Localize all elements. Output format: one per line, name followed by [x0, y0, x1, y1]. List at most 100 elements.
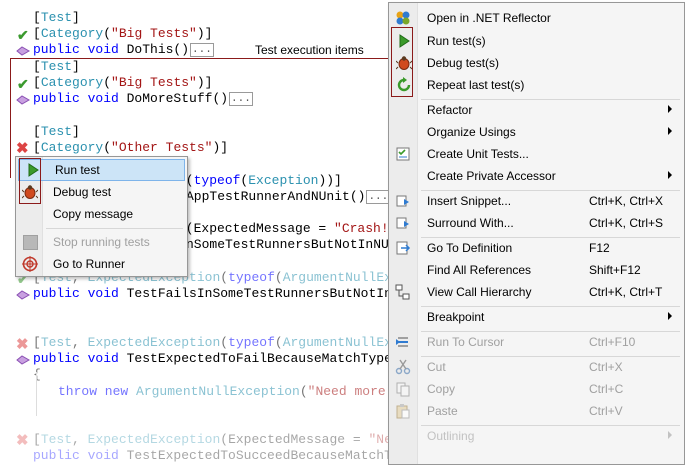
menu-item-stop-running-tests[interactable]: Stop running tests [16, 231, 187, 253]
code-token: public void [33, 42, 127, 57]
code-token: [ [33, 335, 41, 350]
code-token: [ [33, 124, 41, 139]
code-token: Test [40, 124, 73, 139]
callout-bracket [10, 58, 11, 178]
menu-item-shortcut: Ctrl+K, Ctrl+S [589, 216, 664, 230]
code-token: public void [33, 286, 127, 301]
code-line-text: public void TestExpectedToSucceedBecause… [33, 448, 431, 463]
test-failed-icon[interactable]: ✖ [16, 433, 29, 448]
code-token: "Other Tests" [111, 140, 213, 155]
code-token: (ExpectedMessage = [220, 432, 369, 447]
menu-item-shortcut: Ctrl+F10 [589, 335, 636, 349]
menu-item-label: Debug test(s) [427, 56, 500, 70]
code-line: n(typeof(Exception))] [178, 173, 342, 189]
menu-item-open-in-reflector[interactable]: Open in .NET Reflector [389, 7, 684, 29]
menu-item-run-test[interactable]: Run test [18, 159, 185, 181]
code-token: TestExpectedToFailBecauseMatchTypeIsExa [126, 351, 431, 366]
code-token: n(ExpectedMessage = [178, 221, 335, 236]
code-line: public void DoThis()... [33, 42, 214, 58]
test-failed-icon[interactable]: ✖ [16, 337, 29, 352]
submenu-arrow-icon [668, 431, 672, 439]
menu-item-debug-tests[interactable]: Debug test(s) [389, 52, 684, 74]
menu-item-debug-test[interactable]: Debug test [16, 181, 187, 203]
menu-item-label: View Call Hierarchy [427, 285, 532, 299]
code-token: AppTestRunnerAndNUnit() [186, 189, 366, 204]
menu-item-go-to-definition[interactable]: Go To Definition F12 [389, 237, 684, 259]
test-passed-icon[interactable]: ✔ [17, 77, 29, 91]
test-failed-icon[interactable]: ✖ [16, 141, 29, 156]
code-token: Test [40, 335, 73, 350]
code-token: typeof [228, 335, 275, 350]
code-line-text: public void TestExpectedToFailBecauseMat… [33, 351, 431, 366]
callout-line-top [10, 58, 391, 59]
code-line-text: [Category("Big Tests")] [33, 75, 212, 90]
menu-item-copy-message[interactable]: Copy message [16, 203, 187, 225]
code-line: public void DoMoreStuff()... [33, 91, 253, 107]
menu-item-shortcut: Ctrl+V [589, 404, 623, 418]
menu-item-outlining[interactable]: Outlining [389, 425, 684, 447]
code-token: DoThis() [126, 42, 190, 57]
menu-item-paste[interactable]: Paste Ctrl+V [389, 400, 684, 422]
menu-item-label: Go To Definition [427, 241, 513, 255]
menu-item-label: Create Private Accessor [427, 169, 556, 183]
code-token: Exception [248, 173, 319, 188]
menu-item-label: Insert Snippet... [427, 194, 512, 208]
method-icon [16, 355, 30, 365]
code-token: )] [196, 75, 213, 90]
menu-item-go-to-runner[interactable]: Go to Runner [16, 253, 187, 275]
code-token: ( [274, 270, 283, 285]
definition-icon [396, 241, 411, 255]
menu-item-label: Cut [427, 360, 446, 374]
collapsed-region[interactable]: ... [229, 92, 253, 106]
code-line-text: nSomeTestRunnersButNotInNUnit [186, 237, 412, 252]
code-line: public void TestExpectedToSucceedBecause… [33, 448, 431, 464]
menu-item-shortcut: Shift+F12 [589, 263, 641, 277]
menu-item-run-tests[interactable]: Run test(s) [389, 30, 684, 52]
test-passed-icon[interactable]: ✔ [17, 28, 29, 42]
code-token: ExpectedException [87, 432, 221, 447]
code-token: , [72, 335, 88, 350]
collapsed-region[interactable]: ... [190, 43, 214, 57]
code-line-text: n(typeof(Exception))] [178, 173, 342, 188]
code-line-text: public void DoMoreStuff() [33, 91, 228, 106]
menu-item-label: Create Unit Tests... [427, 147, 529, 161]
surround-icon [396, 217, 409, 229]
code-line: [Test, ExpectedException(ExpectedMessage… [33, 432, 431, 448]
scissors-icon [395, 359, 411, 375]
code-line: [Test] [33, 59, 80, 75]
menu-item-view-call-hierarchy[interactable]: View Call Hierarchy Ctrl+K, Ctrl+T [389, 281, 684, 303]
code-token: Category [40, 75, 104, 90]
code-token: public void [33, 351, 127, 366]
menu-item-label: Breakpoint [427, 310, 485, 324]
run-cursor-icon [396, 337, 408, 347]
method-icon [16, 95, 30, 105]
menu-item-create-unit-tests[interactable]: Create Unit Tests... [389, 143, 684, 165]
code-token: Test [40, 432, 73, 447]
code-token: )] [212, 140, 229, 155]
menu-item-find-all-references[interactable]: Find All References Shift+F12 [389, 259, 684, 281]
callout-label: Test execution items [255, 43, 364, 57]
menu-item-label: Copy [427, 382, 456, 396]
menu-item-run-to-cursor[interactable]: Run To Cursor Ctrl+F10 [389, 331, 684, 353]
menu-item-repeat-last-tests[interactable]: Repeat last test(s) [389, 74, 684, 96]
menu-item-copy[interactable]: Copy Ctrl+C [389, 378, 684, 400]
code-line-text: [Test, ExpectedException(typeof(Argument… [33, 335, 431, 350]
collapsed-region[interactable]: ... [366, 190, 391, 204]
menu-item-refactor[interactable]: Refactor [389, 99, 684, 121]
submenu-arrow-icon [668, 171, 672, 179]
menu-item-breakpoint[interactable]: Breakpoint [389, 306, 684, 328]
reflector-icon [396, 11, 410, 25]
menu-item-surround-with[interactable]: Surround With... Ctrl+K, Ctrl+S [389, 212, 684, 234]
menu-item-create-private-accessor[interactable]: Create Private Accessor [389, 165, 684, 187]
menu-item-insert-snippet[interactable]: Insert Snippet... Ctrl+K, Ctrl+X [389, 190, 684, 212]
code-line: [Category("Big Tests")] [33, 75, 212, 91]
target-icon [22, 256, 38, 272]
code-token: ] [72, 124, 80, 139]
menu-item-organize-usings[interactable]: Organize Usings [389, 121, 684, 143]
code-token: TestFailsInSomeTestRunnersButNotInNUnit [126, 286, 431, 301]
code-line-text: AppTestRunnerAndNUnit() [186, 189, 365, 204]
code-token: [ [33, 140, 41, 155]
callout-bracket-small [19, 158, 41, 204]
menu-item-cut[interactable]: Cut Ctrl+X [389, 356, 684, 378]
hierarchy-icon [395, 284, 410, 300]
